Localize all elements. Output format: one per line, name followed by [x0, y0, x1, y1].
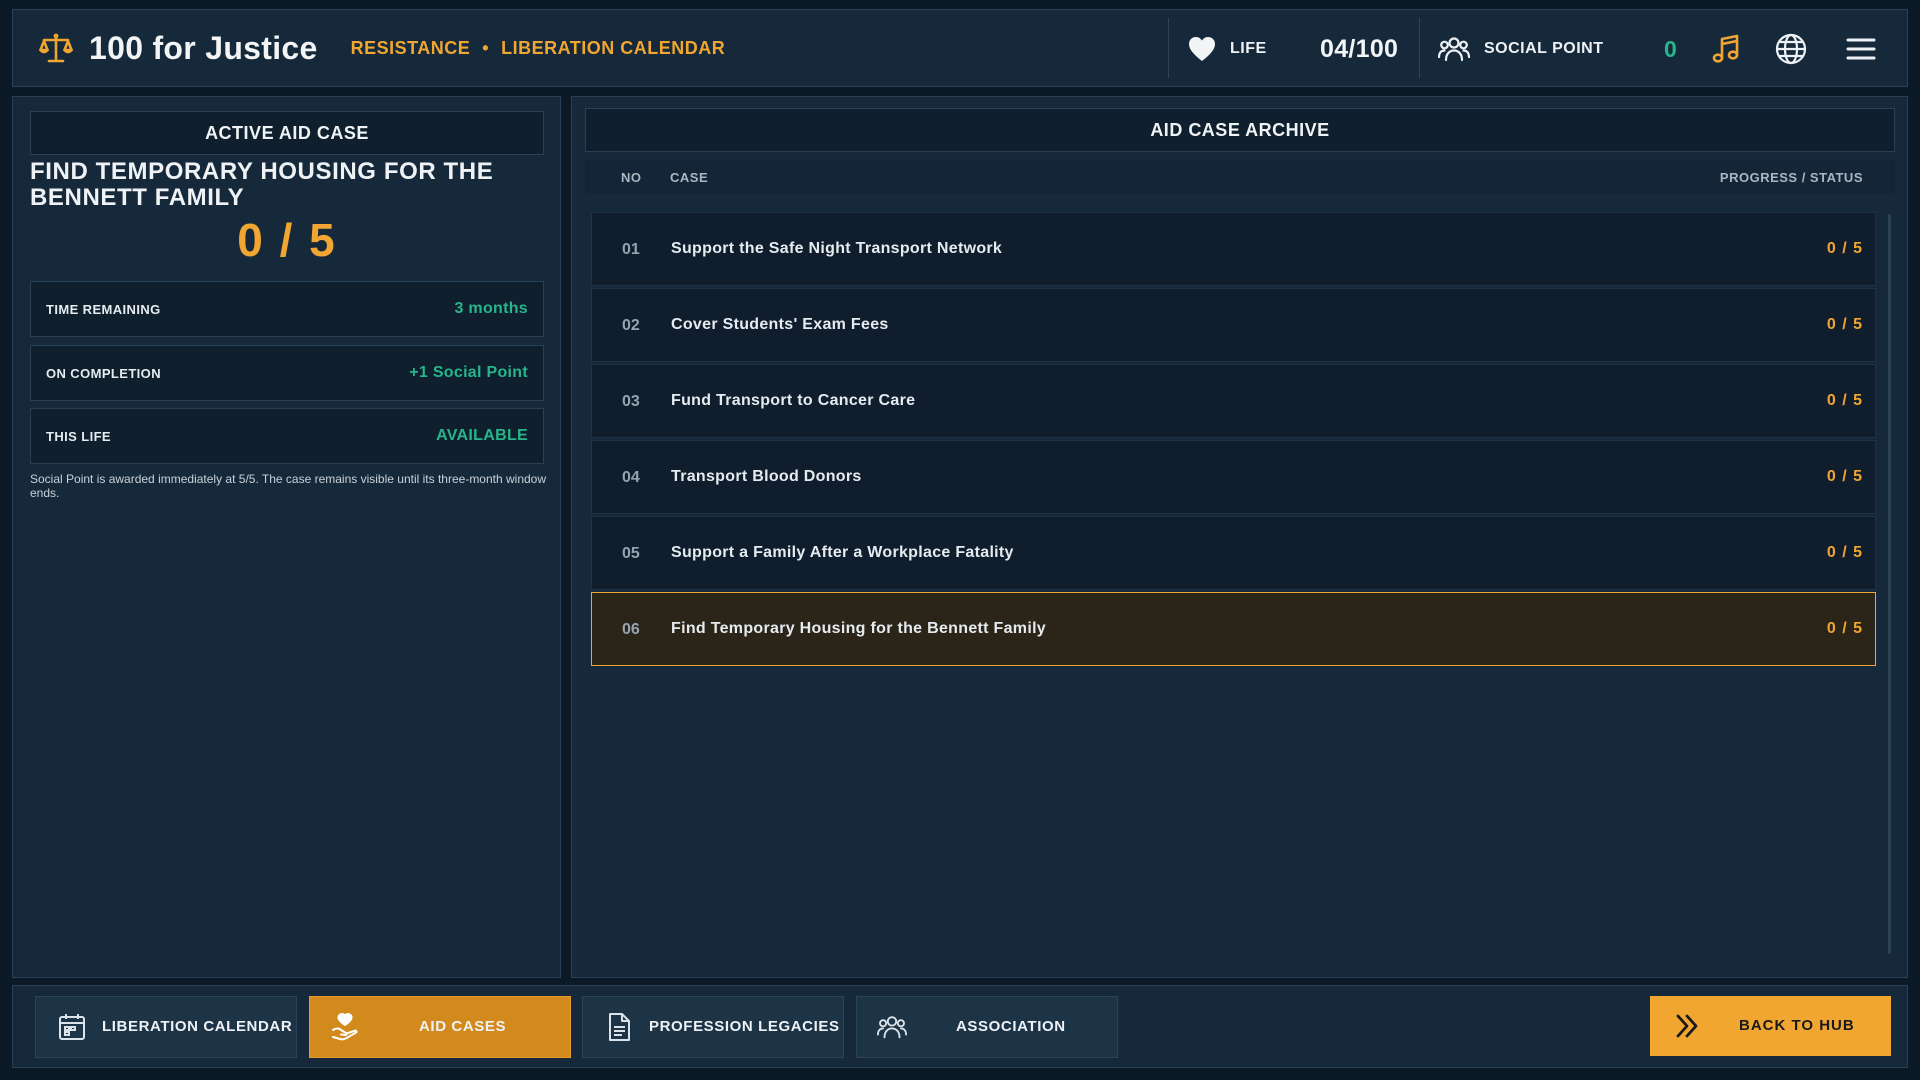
row-number: 02	[622, 317, 640, 334]
time-remaining-label: TIME REMAINING	[46, 301, 161, 317]
scales-icon	[39, 33, 73, 63]
nav-association[interactable]: ASSOCIATION	[856, 996, 1118, 1058]
menu-icon	[1846, 38, 1876, 60]
column-no: NO	[621, 170, 642, 185]
social-point-value-wrap: 0	[1664, 10, 1677, 88]
nav-label: PROFESSION LEGACIES	[649, 1018, 840, 1035]
row-number: 04	[622, 469, 640, 486]
breadcrumb: RESISTANCE • LIBERATION CALENDAR	[351, 38, 726, 59]
row-case-name: Support the Safe Night Transport Network	[671, 240, 1003, 257]
life-label: LIFE	[1230, 40, 1267, 57]
archive-row[interactable]: 03 Fund Transport to Cancer Care 0 / 5	[591, 364, 1876, 438]
on-completion-row: ON COMPLETION +1 Social Point	[30, 345, 544, 401]
archive-row-selected[interactable]: 06 Find Temporary Housing for the Bennet…	[591, 592, 1876, 666]
header-divider	[1168, 18, 1169, 78]
row-progress: 0 / 5	[1826, 240, 1863, 257]
music-toggle-button[interactable]	[1704, 10, 1748, 88]
breadcrumb-separator: •	[482, 37, 490, 58]
row-case-name: Support a Family After a Workplace Fatal…	[671, 544, 1014, 561]
archive-row[interactable]: 02 Cover Students' Exam Fees 0 / 5	[591, 288, 1876, 362]
row-progress: 0 / 5	[1826, 316, 1863, 333]
column-status: PROGRESS / STATUS	[1719, 170, 1863, 185]
people-icon	[877, 1016, 907, 1039]
calendar-icon	[59, 1014, 85, 1040]
active-case-progress: 0 / 5	[237, 214, 337, 266]
row-progress: 0 / 5	[1826, 544, 1863, 561]
time-remaining-row: TIME REMAINING 3 months	[30, 281, 544, 337]
row-number: 01	[622, 241, 640, 258]
social-point-stat: SOCIAL POINT	[1438, 10, 1604, 88]
row-case-name: Transport Blood Donors	[671, 468, 862, 485]
life-value: 04/100	[1320, 34, 1399, 63]
archive-scrollbar[interactable]	[1888, 214, 1891, 954]
breadcrumb-resistance[interactable]: RESISTANCE	[351, 38, 471, 59]
column-case: CASE	[670, 170, 709, 185]
language-button[interactable]	[1769, 10, 1813, 88]
on-completion-value: +1 Social Point	[409, 364, 528, 381]
back-to-hub-button[interactable]: BACK TO HUB	[1650, 996, 1891, 1056]
time-remaining-value: 3 months	[454, 300, 528, 317]
nav-liberation-calendar[interactable]: LIBERATION CALENDAR	[35, 996, 297, 1058]
this-life-value: AVAILABLE	[436, 427, 528, 444]
bottom-nav: LIBERATION CALENDAR AID CASES PROFESSION…	[12, 985, 1908, 1068]
top-bar: 100 for Justice RESISTANCE • LIBERATION …	[12, 9, 1908, 87]
heart-icon	[1189, 37, 1215, 61]
nav-profession-legacies[interactable]: PROFESSION LEGACIES	[582, 996, 844, 1058]
row-progress: 0 / 5	[1826, 620, 1863, 637]
row-progress: 0 / 5	[1826, 468, 1863, 485]
active-case-header: ACTIVE AID CASE	[30, 111, 544, 155]
brand: 100 for Justice	[39, 30, 318, 67]
active-case-title: FIND TEMPORARY HOUSING FOR THE BENNETT F…	[30, 158, 494, 211]
archive-row[interactable]: 01 Support the Safe Night Transport Netw…	[591, 212, 1876, 286]
nav-label: AID CASES	[419, 1018, 507, 1035]
social-point-label: SOCIAL POINT	[1484, 40, 1604, 57]
row-case-name: Cover Students' Exam Fees	[671, 316, 889, 333]
globe-icon	[1775, 33, 1807, 65]
active-case-note: Social Point is awarded immediately at 5…	[30, 472, 547, 500]
this-life-row: THIS LIFE AVAILABLE	[30, 408, 544, 464]
archive-column-headers: NO CASE PROGRESS / STATUS	[585, 160, 1895, 194]
row-number: 03	[622, 393, 640, 410]
row-number: 06	[622, 621, 640, 638]
breadcrumb-liberation-calendar[interactable]: LIBERATION CALENDAR	[501, 38, 725, 59]
on-completion-label: ON COMPLETION	[46, 365, 161, 381]
music-icon	[1712, 34, 1739, 63]
app-title: 100 for Justice	[89, 29, 318, 66]
nav-aid-cases[interactable]: AID CASES	[309, 996, 571, 1058]
active-case-panel: ACTIVE AID CASE FIND TEMPORARY HOUSING F…	[12, 96, 561, 978]
social-point-value: 0	[1664, 35, 1677, 62]
row-case-name: Find Temporary Housing for the Bennett F…	[671, 620, 1047, 637]
life-value-wrap: 04/100	[1320, 10, 1398, 88]
hand-heart-icon	[332, 1013, 358, 1041]
archive-panel: AID CASE ARCHIVE NO CASE PROGRESS / STAT…	[571, 96, 1908, 978]
nav-label: ASSOCIATION	[956, 1018, 1066, 1035]
double-chevron-right-icon	[1676, 1014, 1698, 1038]
main-menu-button[interactable]	[1839, 10, 1883, 88]
archive-row[interactable]: 05 Support a Family After a Workplace Fa…	[591, 516, 1876, 590]
archive-header: AID CASE ARCHIVE	[585, 108, 1895, 152]
row-case-name: Fund Transport to Cancer Care	[671, 392, 916, 409]
row-progress: 0 / 5	[1826, 392, 1863, 409]
this-life-label: THIS LIFE	[46, 428, 111, 444]
back-to-hub-label: BACK TO HUB	[1739, 1017, 1855, 1034]
people-icon	[1438, 37, 1470, 62]
life-stat: LIFE	[1188, 10, 1267, 88]
header-divider	[1419, 18, 1420, 78]
archive-row[interactable]: 04 Transport Blood Donors 0 / 5	[591, 440, 1876, 514]
nav-label: LIBERATION CALENDAR	[102, 1018, 293, 1035]
document-icon	[609, 1013, 630, 1041]
row-number: 05	[622, 545, 640, 562]
